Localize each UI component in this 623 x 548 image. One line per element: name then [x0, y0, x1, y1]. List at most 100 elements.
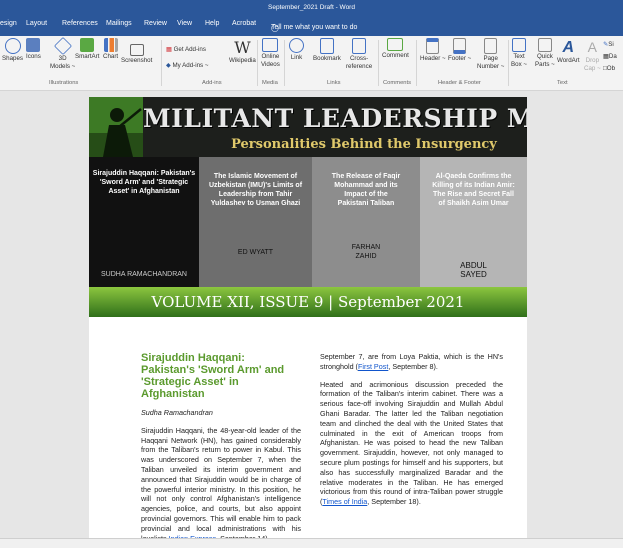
- window-title: September_2021 Draft - Word: [268, 4, 355, 11]
- featured-article-4[interactable]: Al-Qaeda Confirms the Killing of its Ind…: [420, 157, 527, 287]
- featured-title: The Islamic Movement of Uzbekistan (IMU)…: [208, 173, 303, 207]
- screenshot-label: Screenshot: [121, 57, 153, 64]
- featured-author: FARHAN ZAHID: [351, 244, 381, 260]
- get-addins-button[interactable]: ▦ Get Add-ins: [166, 46, 206, 53]
- newsletter-subtitle: Personalities Behind the Insurgency: [231, 137, 497, 152]
- footer-button[interactable]: Footer ~: [448, 38, 471, 63]
- drop-label: Drop: [585, 57, 600, 64]
- link-label: Link: [290, 54, 303, 61]
- tab-design[interactable]: esign: [0, 20, 17, 27]
- smartart-icon: [80, 38, 95, 52]
- drop-cap-icon: A: [587, 39, 598, 55]
- wordart-icon: A: [562, 39, 575, 56]
- header-label: Header ~: [420, 55, 446, 62]
- featured-article-2[interactable]: The Islamic Movement of Uzbekistan (IMU)…: [199, 157, 312, 287]
- signature-line-button[interactable]: ✎Si: [603, 41, 614, 48]
- cross-reference-icon: [352, 38, 367, 54]
- smartart-button[interactable]: SmartArt: [75, 38, 99, 61]
- featured-author: ED WYATT: [237, 249, 274, 256]
- bookmark-icon: [319, 38, 334, 54]
- cross-reference-button[interactable]: Cross-reference: [346, 38, 372, 71]
- group-media: Media: [262, 80, 278, 86]
- comment-label: Comment: [382, 52, 409, 59]
- paragraph-text: , September 8).: [388, 361, 438, 371]
- get-addins-label: Get Add-ins: [173, 46, 206, 53]
- page-number-button[interactable]: Page Number ~: [477, 38, 504, 71]
- quick-parts-button[interactable]: Quick Parts ~: [535, 38, 555, 69]
- text-box-button[interactable]: Text Box ~: [511, 38, 527, 69]
- obj-label: Ob: [606, 65, 616, 72]
- wikipedia-button[interactable]: W Wikipedia: [229, 38, 256, 65]
- header-button[interactable]: Header ~: [420, 38, 446, 63]
- text-label: Text: [513, 53, 525, 60]
- cube-icon: [53, 36, 72, 56]
- icons-icon: [26, 38, 41, 52]
- tab-help[interactable]: Help: [205, 20, 219, 27]
- article-paragraph: Sirajuddin Haqqani, the 48-year-old lead…: [141, 426, 301, 543]
- box-label: Box ~: [511, 61, 527, 68]
- wordart-button[interactable]: A WordArt: [557, 38, 580, 65]
- newsletter-banner: MILITANT LEADERSHIP MONITOR Personalitie…: [89, 97, 527, 317]
- featured-title: Al-Qaeda Confirms the Killing of its Ind…: [432, 173, 515, 207]
- article-column-right[interactable]: September 7, are from Loya Paktia, which…: [320, 352, 503, 537]
- date-time-button[interactable]: ▦Da: [603, 53, 617, 60]
- featured-author: ABDUL SAYED: [460, 261, 487, 279]
- ribbon-separator: [378, 40, 379, 86]
- icons-label: Icons: [26, 53, 41, 60]
- paragraph-text: Heated and acrimonious discussion preced…: [320, 379, 503, 507]
- number-label: Number ~: [477, 63, 505, 70]
- chart-icon: [103, 38, 118, 52]
- wikipedia-label: Wikipedia: [229, 57, 256, 64]
- online-videos-button[interactable]: Online Videos: [261, 38, 280, 69]
- article-title: Sirajuddin Haqqani: Pakistan's 'Sword Ar…: [141, 352, 285, 400]
- page-label: Page: [483, 55, 498, 62]
- reference-label: reference: [346, 63, 373, 70]
- screenshot-button[interactable]: Screenshot: [121, 38, 152, 65]
- article-column-left[interactable]: Sirajuddin Haqqani: Pakistan's 'Sword Ar…: [141, 352, 301, 543]
- shapes-label: Shapes: [2, 55, 23, 62]
- tab-view[interactable]: View: [177, 20, 192, 27]
- document-page[interactable]: MILITANT LEADERSHIP MONITOR Personalitie…: [89, 97, 527, 543]
- online-label: Online: [261, 53, 280, 60]
- ribbon: Shapes Icons 3D Models ~ SmartArt Chart S…: [0, 36, 623, 91]
- newsletter-title: MILITANT LEADERSHIP MONITOR: [143, 104, 527, 133]
- group-text: Text: [557, 80, 568, 86]
- ribbon-separator: [284, 40, 285, 86]
- comment-button[interactable]: Comment: [382, 38, 409, 60]
- 3d-models-button[interactable]: 3D Models ~: [50, 36, 76, 71]
- wordart-label: WordArt: [557, 57, 580, 64]
- shapes-button[interactable]: Shapes: [2, 38, 23, 63]
- tab-review[interactable]: Review: [144, 20, 167, 27]
- tab-layout[interactable]: Layout: [26, 20, 47, 27]
- link-button[interactable]: Link: [289, 38, 304, 62]
- smartart-label: SmartArt: [75, 53, 100, 60]
- my-addins-button[interactable]: ◆ My Add-ins ~: [166, 62, 208, 69]
- group-illustrations: Illustrations: [49, 80, 79, 86]
- featured-article-1[interactable]: Sirajuddin Haqqani: Pakistan's 'Sword Ar…: [89, 157, 199, 287]
- tab-mailings[interactable]: Mailings: [106, 20, 132, 27]
- ribbon-separator: [161, 40, 162, 86]
- wikipedia-icon: W: [234, 38, 251, 57]
- shapes-icon: [4, 38, 21, 54]
- bookmark-label: Bookmark: [313, 55, 341, 62]
- 3d-label-2: Models ~: [50, 63, 76, 70]
- chart-button[interactable]: Chart: [103, 38, 118, 61]
- bookmark-button[interactable]: Bookmark: [313, 38, 341, 63]
- icons-button[interactable]: Icons: [26, 38, 41, 61]
- citation-link[interactable]: Times of India: [322, 497, 367, 506]
- comment-icon: [387, 38, 404, 51]
- article-paragraph: September 7, are from Loya Paktia, which…: [320, 352, 503, 372]
- title-bar: September_2021 Draft - Word: [0, 0, 623, 16]
- featured-article-3[interactable]: The Release of Faqir Mohammad and its Im…: [312, 157, 420, 287]
- object-button[interactable]: □Ob: [603, 65, 615, 72]
- group-links: Links: [327, 80, 341, 86]
- tab-acrobat[interactable]: Acrobat: [232, 20, 256, 27]
- drop-cap-button[interactable]: A Drop Cap ~: [584, 38, 601, 73]
- citation-link[interactable]: First Post: [358, 362, 388, 371]
- page-number-icon: [484, 38, 498, 54]
- soldier-silhouette-image: [89, 97, 143, 157]
- ribbon-separator: [416, 40, 417, 86]
- 3d-label: 3D: [58, 55, 67, 62]
- featured-title: Sirajuddin Haqqani: Pakistan's 'Sword Ar…: [92, 170, 196, 195]
- tab-references[interactable]: References: [62, 20, 98, 27]
